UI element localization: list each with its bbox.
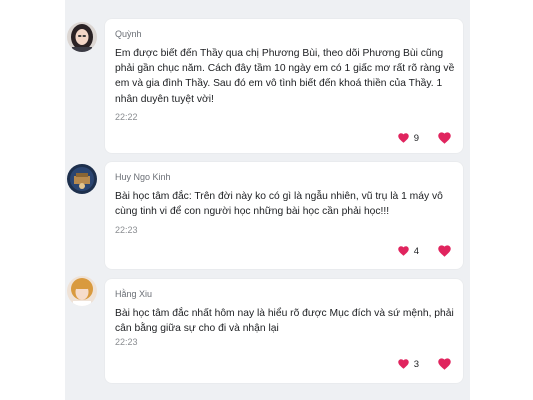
heart-outline-icon — [437, 245, 451, 257]
message-bubble: Huy Ngo Kinh Bài học tâm đắc: Trên đời n… — [105, 162, 463, 269]
message-text: Bài học tâm đắc nhất hôm nay là hiểu rõ … — [115, 308, 454, 335]
heart-icon — [397, 246, 409, 256]
reaction-count: 4 — [413, 245, 419, 257]
reaction-count: 9 — [413, 132, 419, 144]
heart-icon — [397, 359, 409, 369]
message-feed: Quỳnh Em được biết đến Thầy qua chị Phươ… — [65, 0, 470, 400]
author-name: Hằng Xiu — [115, 289, 153, 299]
reaction-summary[interactable]: 9 — [392, 129, 425, 147]
reaction-count: 3 — [413, 358, 419, 370]
reactions-bar: 9 — [392, 129, 453, 147]
reactions-bar: 3 — [392, 355, 453, 373]
heart-icon — [397, 133, 409, 143]
reactions-bar: 4 — [392, 242, 453, 260]
reaction-summary[interactable]: 3 — [392, 355, 425, 373]
message-bubble: Quỳnh Em được biết đến Thầy qua chị Phươ… — [105, 19, 463, 153]
author-name: Quỳnh — [115, 29, 142, 39]
message-text: Bài học tâm đắc: Trên đời này ko có gì l… — [115, 191, 443, 218]
react-button[interactable] — [435, 242, 453, 260]
heart-outline-icon — [437, 358, 451, 370]
reaction-summary[interactable]: 4 — [392, 242, 425, 260]
avatar[interactable] — [67, 276, 97, 306]
avatar[interactable] — [67, 22, 97, 52]
message-time: 22:23 — [115, 225, 138, 235]
react-button[interactable] — [435, 129, 453, 147]
message-time: 22:23 — [115, 337, 138, 347]
message-item: Quỳnh Em được biết đến Thầy qua chị Phươ… — [65, 0, 470, 153]
react-button[interactable] — [435, 355, 453, 373]
message-bubble: Hằng Xiu Bài học tâm đắc nhất hôm nay là… — [105, 279, 463, 383]
message-item: Hằng Xiu Bài học tâm đắc nhất hôm nay là… — [65, 276, 470, 400]
message-item: Huy Ngo Kinh Bài học tâm đắc: Trên đời n… — [65, 160, 470, 270]
message-time: 22:22 — [115, 112, 138, 122]
avatar[interactable] — [67, 164, 97, 194]
message-text: Em được biết đến Thầy qua chị Phương Bùi… — [115, 48, 455, 105]
author-name: Huy Ngo Kinh — [115, 172, 171, 182]
heart-outline-icon — [437, 132, 451, 144]
